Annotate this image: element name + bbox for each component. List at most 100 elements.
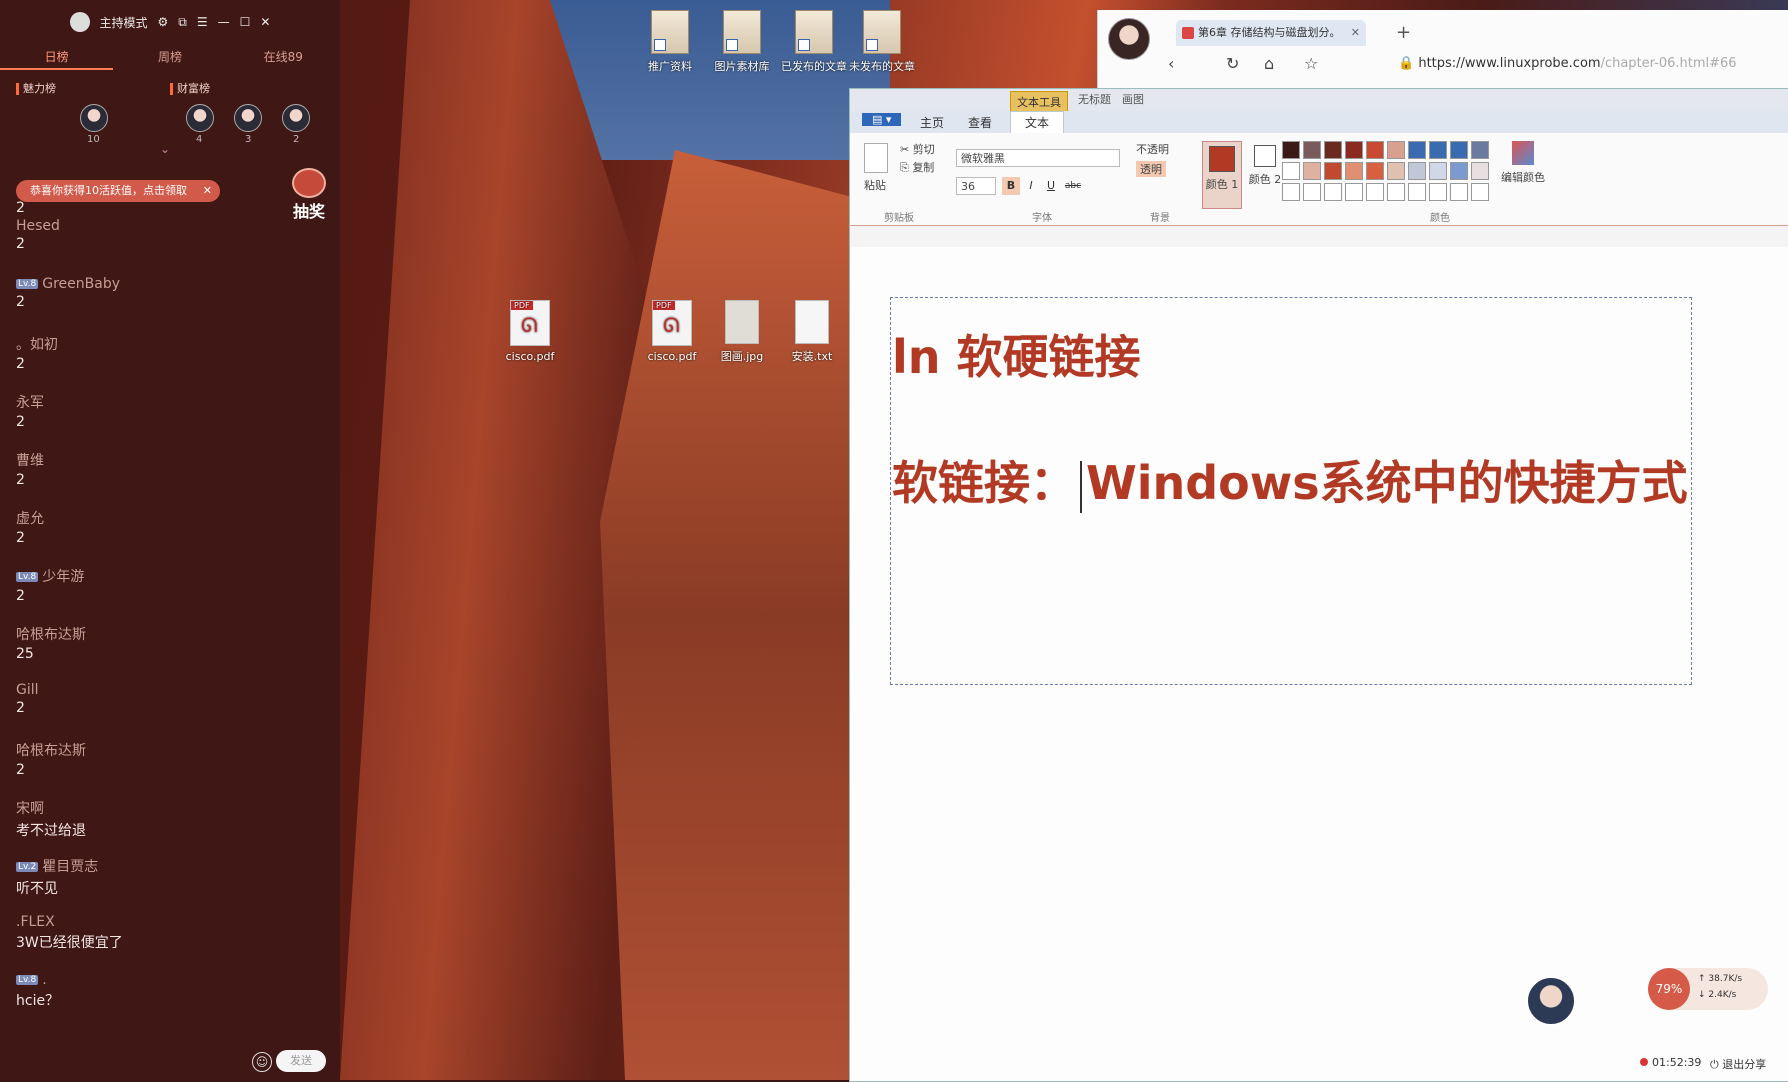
chevron-down-icon[interactable]: ⌄	[160, 142, 170, 156]
edit-colors-button[interactable]: 编辑颜色	[1498, 141, 1548, 185]
avatar[interactable]	[234, 104, 262, 132]
font-family-select[interactable]: 微软雅黑	[956, 149, 1120, 167]
palette-swatch[interactable]	[1387, 162, 1405, 180]
chat-username[interactable]: Lv.8.	[16, 972, 326, 988]
palette-swatch[interactable]	[1471, 141, 1489, 159]
chat-username[interactable]: 哈根布达斯	[16, 624, 326, 644]
palette-swatch[interactable]	[1366, 141, 1384, 159]
palette-swatch-empty[interactable]	[1324, 183, 1342, 201]
color2-button[interactable]: 颜色 2	[1248, 141, 1282, 207]
tab-text[interactable]: 文本	[1010, 111, 1065, 133]
desktop-icon[interactable]: 安装.txt	[776, 300, 848, 364]
transparent-button[interactable]: 透明	[1136, 161, 1166, 177]
chat-username[interactable]: 。如初	[16, 334, 326, 354]
palette-swatch[interactable]	[1345, 162, 1363, 180]
new-tab-icon[interactable]: +	[1396, 22, 1411, 43]
palette-swatch[interactable]	[1429, 162, 1447, 180]
italic-button[interactable]: I	[1022, 177, 1040, 195]
popout-icon[interactable]: ⧉	[178, 15, 187, 30]
palette-swatch[interactable]	[1345, 141, 1363, 159]
host-avatar[interactable]	[69, 12, 90, 32]
favorite-star-icon[interactable]: ☆	[1304, 54, 1318, 73]
tab-weekly[interactable]: 周榜	[113, 44, 226, 70]
desktop-icon[interactable]: PDF ᘏ cisco.pdf	[494, 300, 566, 363]
profile-avatar[interactable]	[1108, 18, 1150, 60]
address-bar[interactable]: 🔒 https://www.linuxprobe.com/chapter-06.…	[1398, 56, 1737, 71]
maximize-icon[interactable]: ☐	[240, 15, 251, 29]
presenter-avatar[interactable]	[1526, 976, 1576, 1026]
chat-username[interactable]: 宋啊	[16, 798, 326, 818]
palette-swatch-empty[interactable]	[1450, 183, 1468, 201]
tab-view[interactable]: 查看	[968, 114, 992, 131]
palette-swatch-empty[interactable]	[1303, 183, 1321, 201]
exit-share-button[interactable]: ⏻ 退出分享	[1710, 1056, 1766, 1072]
avatar[interactable]	[80, 104, 108, 132]
back-icon[interactable]: ‹	[1168, 54, 1174, 73]
tab-daily[interactable]: 日榜	[0, 44, 114, 70]
chat-username[interactable]: Lv.2 瞿目贾志	[16, 856, 326, 876]
palette-swatch[interactable]	[1324, 162, 1342, 180]
palette-swatch-empty[interactable]	[1387, 183, 1405, 201]
palette-swatch[interactable]	[1366, 162, 1384, 180]
palette-swatch-empty[interactable]	[1345, 183, 1363, 201]
palette-swatch[interactable]	[1471, 162, 1489, 180]
desktop-icon[interactable]: 未发布的文章	[846, 10, 918, 74]
chat-username[interactable]: Hesed	[16, 218, 326, 234]
palette-swatch[interactable]	[1408, 141, 1426, 159]
chat-username[interactable]: .FLEX	[16, 914, 326, 930]
palette-swatch[interactable]	[1450, 141, 1468, 159]
home-icon[interactable]: ⌂	[1264, 54, 1274, 73]
chat-username[interactable]: Lv.8 少年游	[16, 566, 326, 586]
desktop-icon[interactable]: 图画.jpg	[706, 300, 778, 364]
underline-button[interactable]: U	[1042, 177, 1060, 195]
avatar[interactable]	[186, 104, 214, 132]
send-button[interactable]: 发送	[276, 1050, 326, 1072]
tab-online[interactable]: 在线89	[227, 44, 340, 70]
menu-icon[interactable]: ☰	[197, 15, 208, 29]
paste-icon[interactable]	[864, 143, 888, 173]
color1-button[interactable]: 颜色 1	[1202, 141, 1242, 209]
palette-swatch[interactable]	[1282, 141, 1300, 159]
file-menu-button[interactable]: ▤ ▾	[862, 113, 902, 126]
browser-tab[interactable]: 第6章 存储结构与磁盘划分。 ✕	[1176, 20, 1366, 46]
chat-username[interactable]: 虚允	[16, 508, 326, 528]
desktop-icon[interactable]: 已发布的文章	[778, 10, 850, 74]
drawing-canvas[interactable]: ln 软硬链接 软链接： Windows系统中的快捷方式	[850, 247, 1788, 1081]
chat-username[interactable]: Lv.8 GreenBaby	[16, 276, 326, 292]
palette-swatch[interactable]	[1408, 162, 1426, 180]
tab-home[interactable]: 主页	[920, 114, 944, 131]
palette-swatch-empty[interactable]	[1282, 183, 1300, 201]
close-icon[interactable]: ✕	[260, 15, 270, 29]
paste-button[interactable]: 粘贴	[864, 177, 886, 193]
palette-swatch[interactable]	[1450, 162, 1468, 180]
chat-username[interactable]: 永军	[16, 392, 326, 412]
avatar[interactable]	[282, 104, 310, 132]
desktop-icon[interactable]: 图片素材库	[706, 10, 778, 74]
desktop-icon[interactable]: PDF ᘏ cisco.pdf	[636, 300, 708, 363]
palette-swatch-empty[interactable]	[1408, 183, 1426, 201]
chat-username[interactable]: 曹维	[16, 450, 326, 470]
palette-swatch-empty[interactable]	[1429, 183, 1447, 201]
minimize-icon[interactable]: —	[218, 15, 230, 29]
network-monitor[interactable]: 79% ↑ 38.7K/s ↓ 2.4K/s	[1648, 968, 1768, 1010]
palette-swatch[interactable]	[1282, 162, 1300, 180]
settings-icon[interactable]: ⚙	[158, 15, 169, 29]
palette-swatch-empty[interactable]	[1471, 183, 1489, 201]
desktop-icon[interactable]: 推广资料	[634, 10, 706, 74]
palette-swatch[interactable]	[1303, 141, 1321, 159]
font-size-select[interactable]: 36	[956, 177, 996, 195]
emoji-icon[interactable]: ☺	[252, 1052, 272, 1072]
palette-swatch[interactable]	[1429, 141, 1447, 159]
close-tab-icon[interactable]: ✕	[1351, 20, 1360, 46]
copy-button[interactable]: ⎘ 复制	[900, 159, 934, 175]
bold-button[interactable]: B	[1002, 177, 1020, 195]
palette-swatch-empty[interactable]	[1366, 183, 1384, 201]
palette-swatch[interactable]	[1387, 141, 1405, 159]
chat-username[interactable]: Gill	[16, 682, 326, 698]
chat-username[interactable]: 哈根布达斯	[16, 740, 326, 760]
palette-swatch[interactable]	[1324, 141, 1342, 159]
strikethrough-button[interactable]: abc	[1062, 177, 1084, 195]
opaque-button[interactable]: 不透明	[1136, 141, 1169, 157]
palette-swatch[interactable]	[1303, 162, 1321, 180]
cut-button[interactable]: ✂ 剪切	[900, 141, 935, 157]
